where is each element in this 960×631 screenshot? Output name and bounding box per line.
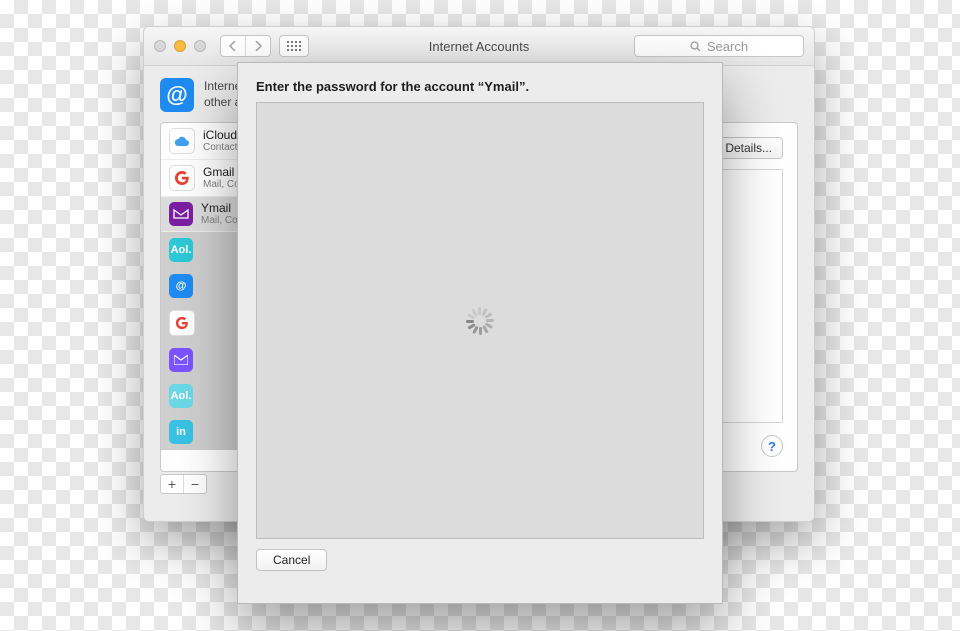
add-remove-bar: + − [160, 474, 207, 494]
zoom-window-button[interactable] [194, 40, 206, 52]
minimize-window-button[interactable] [174, 40, 186, 52]
yahoo-icon [169, 202, 193, 226]
search-placeholder: Search [707, 39, 748, 54]
cancel-button[interactable]: Cancel [256, 549, 327, 571]
provider-google[interactable] [161, 304, 244, 342]
sheet-footer: Cancel [238, 539, 722, 581]
provider-list: Aol. @ Aol. in [161, 232, 244, 450]
provider-aol[interactable]: Aol. [161, 232, 244, 268]
account-row-gmail[interactable]: Gmail Mail, Contacts [161, 160, 244, 197]
accounts-sidebar: iCloud Contacts Gmail Mail, Contacts [160, 122, 244, 472]
google-icon [169, 165, 195, 191]
provider-linkedin[interactable]: in [161, 414, 244, 450]
mail-icon [169, 348, 193, 372]
search-icon [690, 41, 701, 52]
provider-at[interactable]: @ [161, 268, 244, 304]
linkedin-icon: in [169, 420, 193, 444]
provider-aol2[interactable]: Aol. [161, 378, 244, 414]
account-row-ymail[interactable]: Ymail Mail, Contacts [161, 197, 244, 232]
help-button[interactable]: ? [761, 435, 783, 457]
at-icon: @ [169, 274, 193, 298]
search-field[interactable]: Search [634, 35, 804, 57]
password-sheet: Enter the password for the account “Ymai… [237, 62, 723, 604]
show-all-prefs-button[interactable] [279, 35, 309, 57]
google-provider-icon [169, 310, 195, 336]
account-row-icloud[interactable]: iCloud Contacts [161, 123, 244, 160]
nav-back-button[interactable] [221, 36, 245, 56]
window-controls [154, 40, 206, 52]
close-window-button[interactable] [154, 40, 166, 52]
nav-forward-button[interactable] [245, 36, 270, 56]
sheet-loading-area [256, 102, 704, 539]
remove-account-button[interactable]: − [183, 475, 206, 493]
aol-icon: Aol. [169, 238, 193, 262]
add-account-button[interactable]: + [161, 475, 183, 493]
titlebar: Internet Accounts Search [144, 27, 814, 66]
loading-spinner-icon [466, 307, 494, 335]
internet-accounts-icon: @ [160, 78, 194, 112]
icloud-icon [169, 128, 195, 154]
nav-back-forward [220, 35, 271, 57]
sheet-title: Enter the password for the account “Ymai… [238, 63, 722, 102]
details-button[interactable]: Details... [714, 137, 783, 159]
aol-icon: Aol. [169, 384, 193, 408]
provider-message[interactable] [161, 342, 244, 378]
